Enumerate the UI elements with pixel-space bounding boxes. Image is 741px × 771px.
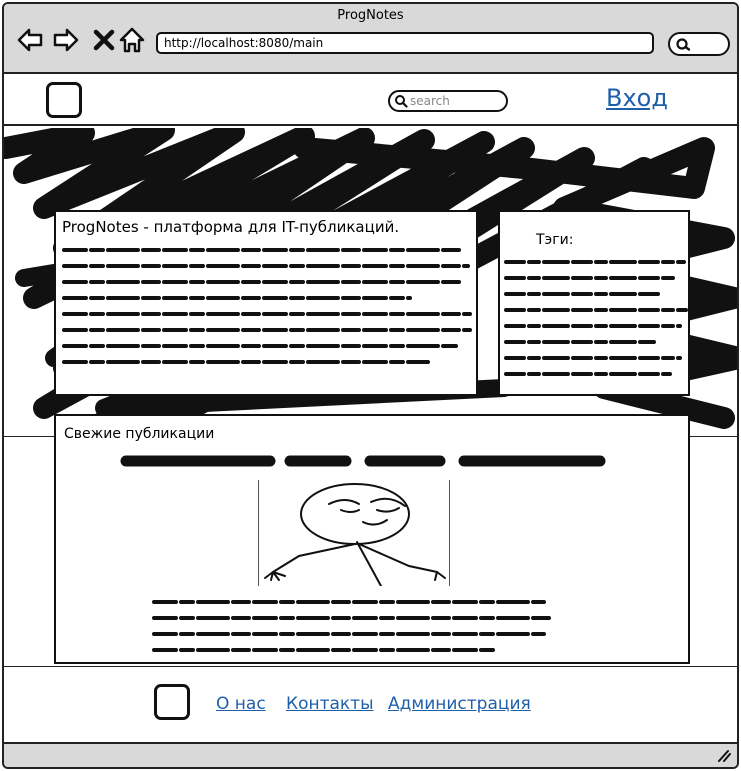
resize-grip-icon[interactable]	[715, 748, 731, 762]
about-title: ProgNotes - платформа для IT-публикаций.	[62, 218, 400, 236]
post-placeholder-text	[152, 600, 556, 652]
search-placeholder: search	[410, 94, 450, 108]
login-link[interactable]: Вход	[606, 84, 668, 112]
site-header: search Вход	[4, 74, 737, 126]
site-footer: О нас Контакты Администрация	[4, 668, 737, 744]
meme-face-image	[264, 483, 446, 587]
address-bar[interactable]: http://localhost:8080/main	[156, 32, 654, 54]
about-placeholder-text	[62, 248, 472, 364]
recent-title: Свежие публикации	[64, 426, 215, 442]
footer-logo[interactable]	[154, 684, 190, 720]
back-arrow-icon[interactable]	[16, 26, 44, 54]
footer-link-contacts[interactable]: Контакты	[286, 694, 374, 714]
footer-link-about[interactable]: О нас	[216, 694, 266, 714]
window-title: ProgNotes	[337, 8, 404, 23]
status-bar	[4, 742, 737, 767]
post-image	[258, 480, 450, 587]
footer-link-admin[interactable]: Администрация	[388, 694, 531, 714]
search-icon	[395, 95, 408, 108]
site-logo[interactable]	[46, 82, 82, 118]
post-heading-placeholder	[120, 455, 606, 467]
browser-window: ProgNotes http://localhost:8080/main sea…	[2, 2, 739, 769]
about-card: ProgNotes - платформа для IT-публикаций.	[54, 210, 478, 396]
tags-title: Тэги:	[536, 232, 574, 248]
browser-chrome: ProgNotes http://localhost:8080/main	[4, 4, 737, 74]
recent-publications-card: Свежие публикации	[54, 414, 690, 664]
footer-divider	[4, 666, 737, 667]
forward-arrow-icon[interactable]	[52, 26, 80, 54]
tags-card: Тэги:	[498, 210, 690, 396]
close-x-icon[interactable]	[90, 26, 118, 54]
home-icon[interactable]	[118, 26, 146, 54]
search-icon	[676, 38, 691, 51]
browser-search-field[interactable]	[668, 32, 730, 56]
tags-placeholder-text	[504, 260, 688, 376]
site-search-input[interactable]: search	[388, 90, 508, 112]
